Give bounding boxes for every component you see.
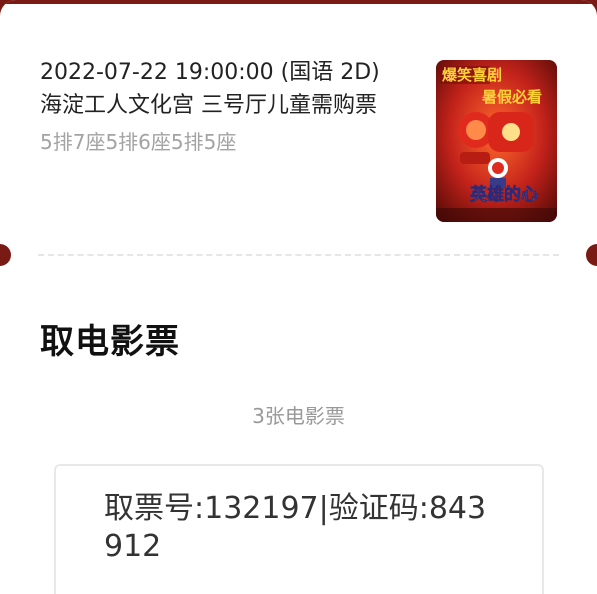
poster-title-art: 英雄的心 <box>470 184 538 205</box>
ticket-notch-left <box>0 244 11 266</box>
pickup-code-text: 取票号:132197|验证码:843912 <box>104 491 487 564</box>
ticket-count: 3张电影票 <box>252 404 345 428</box>
showtime: 2022-07-22 19:00:00 (国语 2D) <box>40 60 380 85</box>
movie-poster-image: 爆笑喜剧 暑假必看 英雄的心 <box>436 60 557 222</box>
movie-poster[interactable]: 爆笑喜剧 暑假必看 英雄的心 <box>436 60 557 222</box>
ticket-card: 2022-07-22 19:00:00 (国语 2D) 海淀工人文化宫 三号厅儿… <box>0 0 597 594</box>
order-info: 2022-07-22 19:00:00 (国语 2D) 海淀工人文化宫 三号厅儿… <box>40 58 420 156</box>
ticket-notch-right <box>586 244 597 266</box>
poster-tagline-bottom: 暑假必看 <box>482 88 542 106</box>
poster-tagline-top: 爆笑喜剧 <box>442 66 502 84</box>
top-edge-shade <box>0 0 597 4</box>
pickup-section-title: 取电影票 <box>40 322 180 362</box>
dashed-divider <box>38 254 559 256</box>
pickup-code-box[interactable]: 取票号:132197|验证码:843912 <box>54 464 544 594</box>
cinema-hall: 海淀工人文化宫 三号厅儿童需购票 <box>40 93 377 118</box>
seat-list: 5排7座5排6座5排5座 <box>40 130 237 154</box>
